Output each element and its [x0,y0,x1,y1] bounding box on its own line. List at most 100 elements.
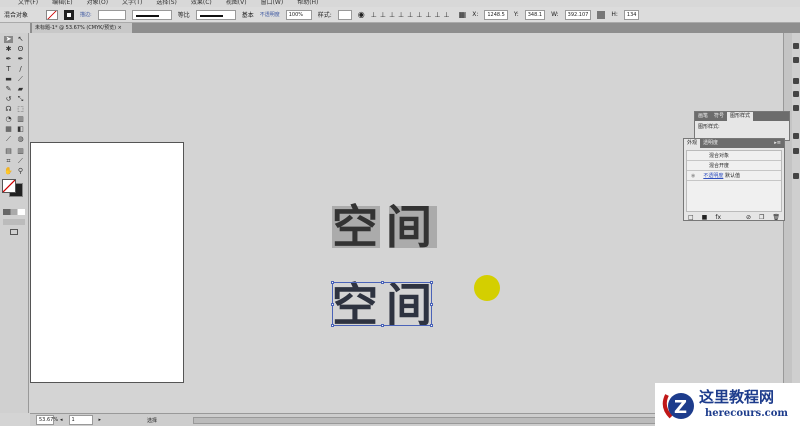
delete-item-icon[interactable]: 🗑 [772,214,780,221]
magic-wand-icon[interactable]: ✱ [4,46,13,53]
mesh-icon[interactable]: ▦ [4,126,13,133]
slice-tool-icon[interactable]: ⟋ [16,158,25,165]
next-artboard-icon[interactable]: ▸ [99,417,102,423]
brushes-panel-icon[interactable] [793,78,799,84]
tab-symbols[interactable]: 符号 [711,112,727,121]
lasso-icon[interactable]: ʘ [16,46,25,53]
prev-artboard-icon[interactable]: ◂ [60,417,63,423]
paintbrush-icon[interactable]: ⟋ [16,76,25,83]
blend-icon[interactable]: ◍ [16,136,25,143]
eraser-icon[interactable]: ▰ [16,86,25,93]
warp-icon[interactable]: ☊ [4,106,13,113]
resize-handle[interactable] [331,281,334,284]
menu-object[interactable]: 对象(O) [87,0,108,7]
stroke-swatch[interactable] [64,9,74,20]
direct-selection-tool-icon[interactable]: ↖ [16,36,25,43]
menu-type[interactable]: 文字(T) [122,0,142,7]
yellow-circle[interactable] [474,275,500,301]
shape-builder-icon[interactable]: ◔ [4,116,13,123]
stroke-weight-input[interactable] [97,9,126,20]
menu-edit[interactable]: 编辑(E) [52,0,72,7]
x-input[interactable]: 1248.5 [484,9,508,20]
hand-tool-icon[interactable]: ✋ [4,168,13,175]
resize-handle[interactable] [331,303,334,306]
resize-handle[interactable] [381,324,384,327]
menu-view[interactable]: 视图(V) [226,0,247,7]
zoom-tool-icon[interactable]: ⚲ [16,168,25,175]
variable-width-profile[interactable] [131,9,172,20]
visibility-eye-icon[interactable]: ◉ [691,173,695,179]
artboard-number-input[interactable]: 1 [68,415,93,425]
scale-icon[interactable]: ⤡ [16,96,25,103]
line-tool-icon[interactable]: / [16,66,25,73]
resize-handle[interactable] [430,281,433,284]
eyedropper-icon[interactable]: ⟋ [4,136,13,143]
appearance-row-blend[interactable]: 混合开度 [687,161,781,171]
globe-icon[interactable]: ◉ [358,10,365,19]
graph-tool-icon[interactable]: ▥ [16,148,25,155]
opacity-link[interactable]: 不透明度 [703,173,723,179]
symbols-panel-icon[interactable] [793,91,799,97]
width-input[interactable]: 392.107 [564,9,592,20]
align-icons[interactable]: ⊥⊥⊥⊥⊥⊥⊥⊥⊥ [371,11,453,19]
resize-handle[interactable] [381,281,384,284]
selection-tool-icon[interactable]: ➤ [4,36,13,43]
fill-swatch[interactable] [46,9,58,20]
gradient-icon[interactable]: ◧ [16,126,25,133]
fx-icon[interactable]: fx [715,214,721,221]
menu-file[interactable]: 文件(F) [18,0,38,7]
free-transform-icon[interactable]: ⬚ [16,106,25,113]
clear-appearance-icon[interactable]: ⊘ [746,214,751,221]
pen-tool-icon[interactable]: ✒ [4,56,13,63]
color-panel-icon[interactable] [793,43,799,49]
brush-definition[interactable] [195,9,236,20]
tab-appearance[interactable]: 外观 [684,139,701,148]
selection-bounding-box[interactable] [331,281,433,327]
add-anchor-icon[interactable]: ✒ [16,56,25,63]
perspective-icon[interactable]: ▥ [16,116,25,123]
swatches-panel-icon[interactable] [793,57,799,63]
appearance-row-object[interactable]: 混合对象 [687,151,781,161]
symbol-sprayer-icon[interactable]: ▤ [4,148,13,155]
duplicate-item-icon[interactable]: ❐ [759,214,764,221]
vertical-scrollbar[interactable] [783,33,792,413]
menu-help[interactable]: 帮助(H) [297,0,318,7]
layers-panel-icon[interactable] [793,173,799,179]
constrain-proportions-icon[interactable] [597,10,606,19]
stroke-panel-icon[interactable] [793,105,799,111]
resize-handle[interactable] [430,324,433,327]
type-tool-icon[interactable]: T [4,66,13,73]
zoom-input[interactable]: 53.67% [36,415,58,425]
opacity-input[interactable]: 100% [285,9,312,20]
opacity-label[interactable]: 不透明度 [260,11,280,18]
graphic-styles-panel-icon[interactable] [793,148,799,154]
draw-mode-buttons[interactable] [3,219,25,225]
rectangle-tool-icon[interactable]: ▬ [4,76,13,83]
panel-menu-icon[interactable]: ▸≡ [771,139,784,148]
pencil-icon[interactable]: ✎ [4,86,13,93]
appearance-panel-icon[interactable] [793,133,799,139]
reference-point-icon[interactable]: ▦ [459,10,467,19]
resize-handle[interactable] [430,303,433,306]
add-fill-icon[interactable]: ■ [702,214,708,221]
height-input[interactable]: 134 [623,9,640,20]
resize-handle[interactable] [331,324,334,327]
fill-color-box[interactable] [2,179,16,193]
add-stroke-icon[interactable]: □ [688,214,694,221]
color-mode-buttons[interactable] [3,209,25,215]
appearance-row-opacity[interactable]: ◉ 不透明度 默认值 [687,171,781,181]
tab-brushes[interactable]: 画笔 [695,112,711,121]
tab-transparency[interactable]: 透明度 [700,139,721,148]
rotate-icon[interactable]: ↺ [4,96,13,103]
menu-effect[interactable]: 效果(C) [191,0,212,7]
screen-mode-icon[interactable] [10,229,18,235]
menu-select[interactable]: 选择(S) [156,0,177,7]
style-dropdown[interactable] [337,9,352,20]
artwork-text-original[interactable]: 空间 [332,204,440,250]
menu-window[interactable]: 窗口(W) [261,0,284,7]
document-tab[interactable]: 未标题-1* @ 53.67% (CMYK/预览) × [32,23,132,33]
close-tab-icon[interactable]: × [118,25,122,31]
y-input[interactable]: 348.1 [524,9,546,20]
artboard-tool-icon[interactable]: ⌗ [4,158,13,165]
tab-graphic-styles[interactable]: 图形样式 [727,112,754,121]
